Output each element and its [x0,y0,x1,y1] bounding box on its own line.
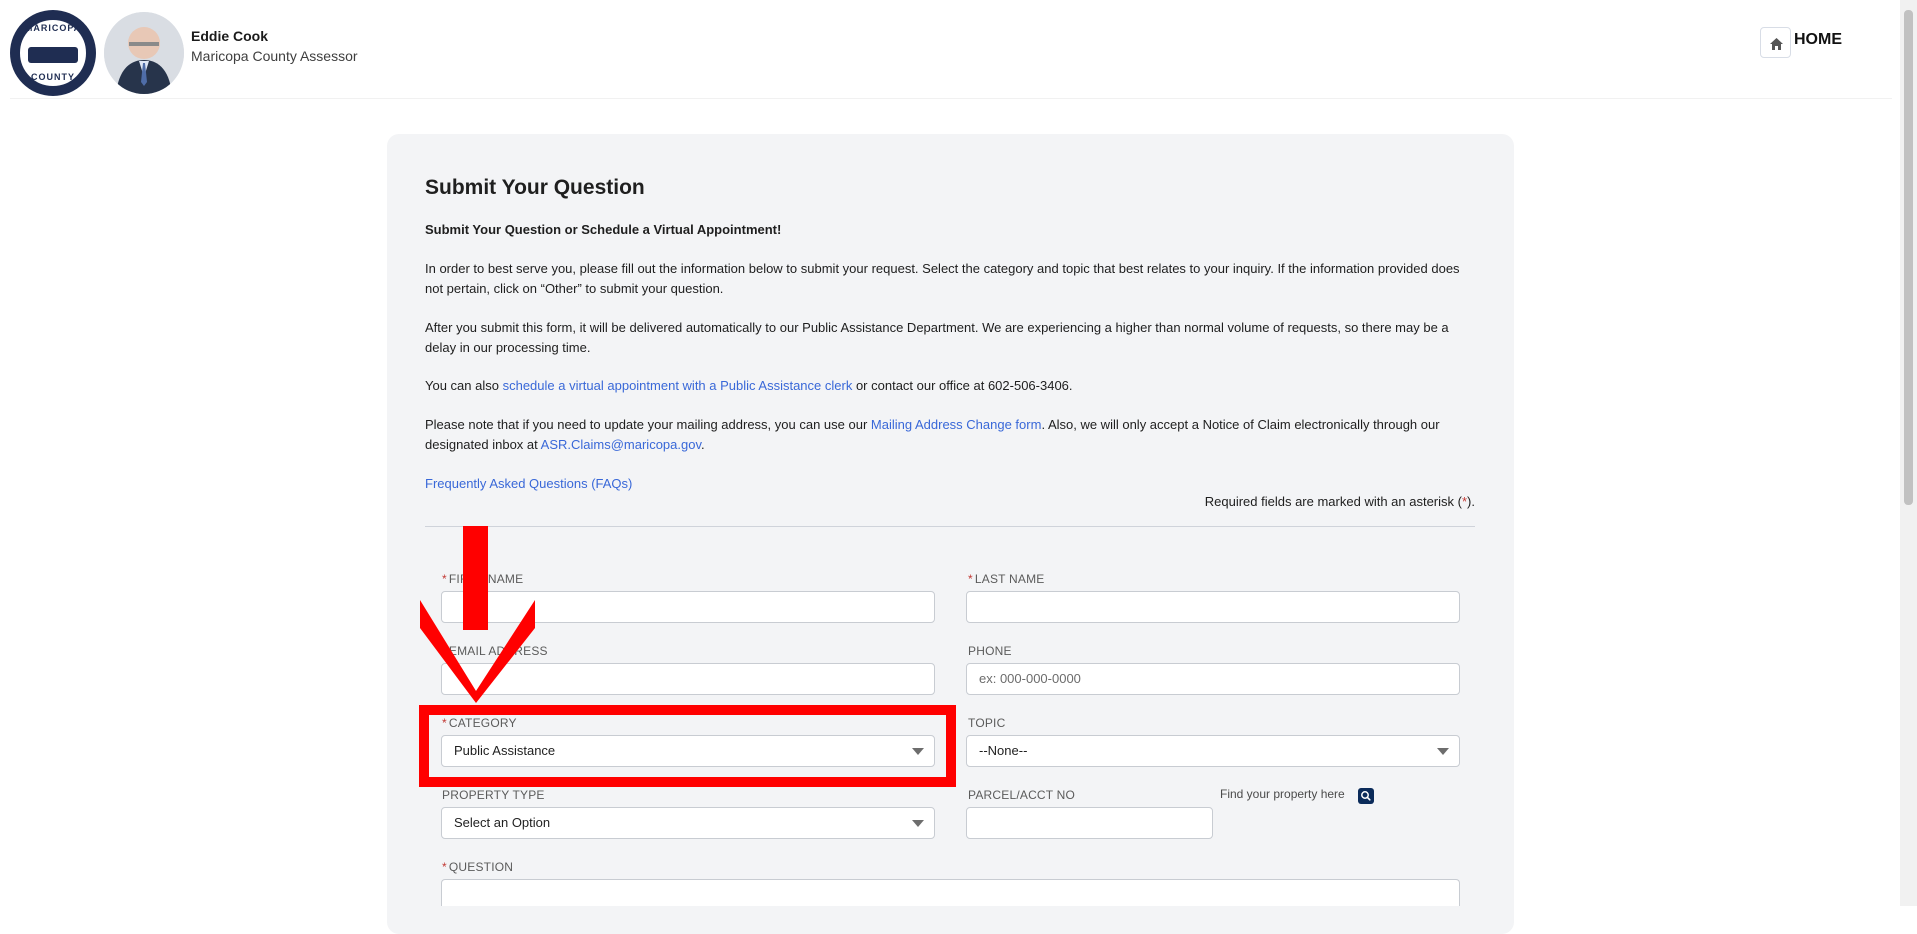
maricopa-county-seal-logo: MARICOPA COUNTY [10,10,96,96]
search-icon [1361,791,1371,801]
home-button[interactable] [1760,27,1791,58]
question-label: * QUESTION [442,860,513,874]
form-subtitle: Submit Your Question or Schedule a Virtu… [425,222,782,237]
appointment-paragraph: You can also schedule a virtual appointm… [425,376,1475,396]
parcel-field[interactable] [966,807,1213,839]
category-selected-value: Public Assistance [454,743,556,758]
first-name-label: * FIRST NAME [442,572,523,586]
chevron-down-icon [912,748,924,755]
category-select[interactable]: Public Assistance [441,735,935,767]
email-label: * EMAIL ADDRESS [442,644,548,658]
mailing-address-change-link[interactable]: Mailing Address Change form [871,417,1042,432]
required-marker: * [442,644,447,658]
required-marker: * [442,572,447,586]
email-field[interactable] [441,663,935,695]
parcel-label: PARCEL/ACCT NO [968,788,1076,802]
home-icon [1770,38,1783,50]
topic-select[interactable]: --None-- [966,735,1460,767]
page-scrollbar[interactable] [1900,0,1917,906]
appointment-text-after: or contact our office at 602-506-3406. [852,378,1073,393]
home-link[interactable]: HOME [1794,31,1842,49]
assessor-avatar [104,12,184,94]
faq-link[interactable]: Frequently Asked Questions (FAQs) [425,474,632,494]
property-type-selected-value: Select an Option [454,815,551,830]
assessor-title: Maricopa County Assessor [191,48,358,64]
last-name-label: * LAST NAME [968,572,1044,586]
chevron-down-icon [912,820,924,827]
section-divider [425,526,1475,527]
last-name-field[interactable] [966,591,1460,623]
first-name-label-text: FIRST NAME [448,572,524,586]
question-textarea[interactable] [441,879,1460,906]
avatar-portrait-icon [104,12,184,94]
required-fields-note: Required fields are marked with an aster… [1200,494,1475,509]
scrollbar-thumb[interactable] [1904,10,1913,505]
find-property-search-button[interactable] [1358,788,1374,804]
schedule-appointment-link[interactable]: schedule a virtual appointment with a Pu… [503,378,853,393]
mailing-address-paragraph: Please note that if you need to update y… [425,415,1475,455]
email-label-text: EMAIL ADDRESS [448,644,548,658]
topic-selected-value: --None-- [979,743,1028,758]
required-note-before: Required fields are marked with an aster… [1204,494,1462,509]
processing-paragraph: After you submit this form, it will be d… [425,320,1449,355]
claims-email-link[interactable]: ASR.Claims@maricopa.gov [541,437,701,452]
assessor-name: Eddie Cook [191,28,269,44]
category-label: * CATEGORY [442,716,517,730]
seal-text-bottom: COUNTY [31,72,75,82]
mailing-text-end: . [701,437,705,452]
seal-center-emblem [28,47,78,63]
mailing-text-before: Please note that if you need to update y… [425,417,871,432]
last-name-label-text: LAST NAME [974,572,1045,586]
phone-field[interactable]: ex: 000-000-0000 [966,663,1460,695]
property-type-label: PROPERTY TYPE [442,788,545,802]
required-marker: * [442,860,447,874]
question-label-text: QUESTION [448,860,514,874]
seal-text-top: MARICOPA [24,23,82,33]
required-note-after: ). [1467,494,1475,509]
property-type-select[interactable]: Select an Option [441,807,935,839]
first-name-field[interactable] [441,591,935,623]
page-title: Submit Your Question [425,176,645,199]
appointment-text-before: You can also [425,378,503,393]
phone-label: PHONE [968,644,1012,658]
required-marker: * [442,716,447,730]
seal-text: MARICOPA COUNTY [10,10,96,96]
chevron-down-icon [1437,748,1449,755]
topic-label: TOPIC [968,716,1006,730]
category-label-text: CATEGORY [448,716,517,730]
find-property-text: Find your property here [1220,787,1345,801]
required-marker: * [968,572,973,586]
intro-paragraph: In order to best serve you, please fill … [425,261,1460,296]
